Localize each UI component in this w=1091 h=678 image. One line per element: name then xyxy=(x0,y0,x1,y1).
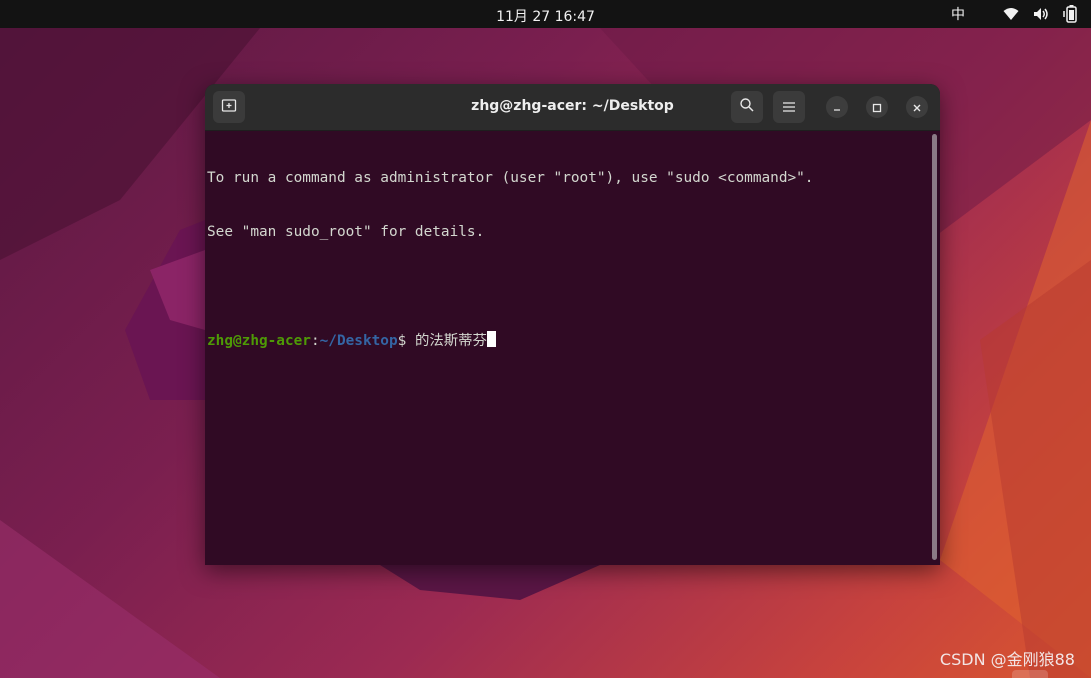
maximize-button[interactable] xyxy=(866,96,888,118)
dock-handle[interactable] xyxy=(1012,670,1048,678)
clock-label: 11月 27 16:47 xyxy=(496,9,595,25)
wifi-icon xyxy=(1003,5,1019,23)
clock[interactable]: 11月 27 16:47 xyxy=(0,6,1091,26)
terminal-window[interactable]: zhg@zhg-acer: ~/Desktop To run a command… xyxy=(205,84,940,565)
scrollbar[interactable] xyxy=(932,134,937,560)
system-tray[interactable]: 中 xyxy=(951,5,1079,23)
volume-icon xyxy=(1033,5,1049,23)
menu-button[interactable] xyxy=(773,91,805,123)
input-method-indicator[interactable]: 中 xyxy=(951,5,965,23)
minimize-button[interactable] xyxy=(826,96,848,118)
battery-icon xyxy=(1063,5,1079,23)
minimize-icon xyxy=(832,98,842,117)
prompt-symbol: $ xyxy=(397,333,415,349)
top-bar: 11月 27 16:47 中 xyxy=(0,0,1091,28)
prompt-path: ~/Desktop xyxy=(319,333,398,349)
terminal-line: To run a command as administrator (user … xyxy=(207,170,814,186)
header-bar[interactable]: zhg@zhg-acer: ~/Desktop xyxy=(205,84,940,131)
text-cursor xyxy=(486,331,496,347)
terminal-output[interactable]: To run a command as administrator (user … xyxy=(207,133,926,565)
close-icon xyxy=(912,98,922,117)
prompt-user: zhg@zhg-acer xyxy=(207,333,311,349)
terminal-line: See "man sudo_root" for details. xyxy=(207,224,485,240)
terminal-prompt-line[interactable]: zhg@zhg-acer:~/Desktop$ 的法斯蒂芬 xyxy=(207,331,926,349)
search-icon xyxy=(739,97,755,117)
menu-icon xyxy=(782,98,796,117)
prompt-colon: : xyxy=(310,333,320,349)
command-input[interactable]: 的法斯蒂芬 xyxy=(415,333,487,349)
watermark: CSDN @金刚狼88 xyxy=(939,650,1075,669)
maximize-icon xyxy=(872,98,882,117)
close-button[interactable] xyxy=(906,96,928,118)
search-button[interactable] xyxy=(731,91,763,123)
